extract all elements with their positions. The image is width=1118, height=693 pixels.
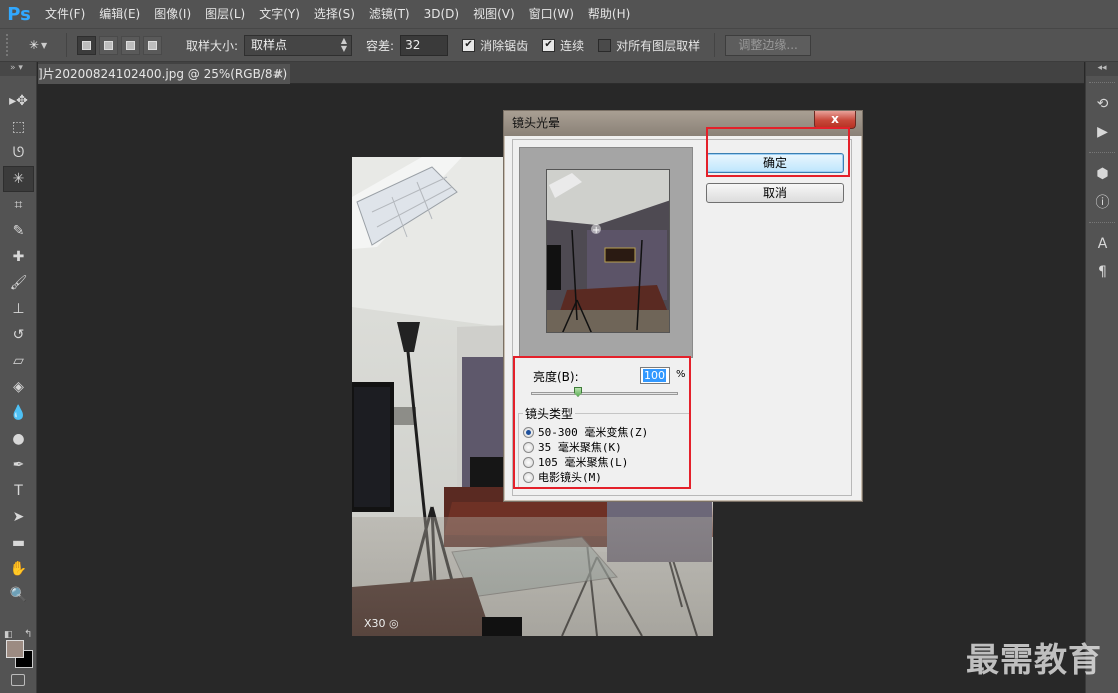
quick-mask-icon[interactable]	[11, 674, 25, 686]
dodge-tool-icon[interactable]: ●	[3, 426, 34, 452]
tolerance-label: 容差:	[366, 38, 395, 53]
sample-all-layers-checkbox[interactable]: 对所有图层取样	[598, 37, 700, 54]
paragraph-icon[interactable]: ¶	[1086, 258, 1118, 286]
antialias-checkbox[interactable]: ✔ 消除锯齿	[462, 37, 528, 54]
lasso-tool-icon[interactable]: ᘎ	[3, 140, 34, 166]
tools-panel: » ▾ ▸✥ ⬚ ᘎ ✳ ⌗ ✎ ✚ 🖌 ⊥ ↺ ▱ ◈ 💧 ● ✒ T ➤ ▬ ✋ 🔍 ◧ ↰	[0, 62, 37, 693]
divider	[66, 33, 67, 57]
marquee-tool-icon[interactable]: ⬚	[3, 114, 34, 140]
crop-tool-icon[interactable]: ⌗	[3, 192, 34, 218]
menu-help[interactable]: 帮助(H)	[581, 0, 637, 28]
tools-panel-header[interactable]: » ▾	[0, 62, 36, 76]
menu-view[interactable]: 视图(V)	[466, 0, 522, 28]
eraser-tool-icon[interactable]: ▱	[3, 348, 34, 374]
magic-wand-tool-icon[interactable]: ✳	[3, 166, 34, 192]
menu-bar: Ps 文件(F) 编辑(E) 图像(I) 图层(L) 文字(Y) 选择(S) 滤…	[0, 0, 1118, 28]
antialias-label: 消除锯齿	[480, 38, 529, 53]
healing-brush-tool-icon[interactable]: ✚	[3, 244, 34, 270]
contiguous-label: 连续	[560, 38, 585, 53]
checkmark-icon: ✔	[462, 38, 476, 52]
divider	[1089, 152, 1115, 154]
eyedropper-tool-icon[interactable]: ✎	[3, 218, 34, 244]
type-tool-icon[interactable]: T	[3, 478, 34, 504]
checkmark-icon: ✔	[542, 38, 556, 52]
selection-mode-group	[77, 35, 162, 55]
right-dock: ◂◂ ⟲ ▶ ⬢ ⓘ A ¶	[1085, 62, 1118, 693]
contiguous-checkbox[interactable]: ✔ 连续	[542, 37, 584, 54]
move-tool-icon[interactable]: ▸✥	[3, 88, 34, 114]
hand-tool-icon[interactable]: ✋	[3, 556, 34, 582]
add-to-selection-button[interactable]	[99, 35, 118, 55]
3d-icon[interactable]: ⬢	[1086, 160, 1118, 188]
path-selection-tool-icon[interactable]: ➤	[3, 504, 34, 530]
new-selection-button[interactable]	[77, 35, 96, 55]
divider	[714, 33, 716, 57]
default-colors-icon[interactable]: ◧	[4, 630, 13, 640]
refine-edge-button[interactable]: 调整边缘...	[725, 34, 812, 56]
camera-badge: X30 ◎	[364, 617, 399, 630]
color-swatches: ◧ ↰	[4, 629, 34, 670]
menu-type[interactable]: 文字(Y)	[252, 0, 307, 28]
history-icon[interactable]: ⟲	[1086, 90, 1118, 118]
options-bar-grip[interactable]	[6, 34, 12, 56]
photoshop-logo: Ps	[7, 3, 31, 25]
sample-size-value: 取样点	[251, 37, 288, 52]
tool-preset-picker[interactable]: ✳ ▼	[22, 34, 54, 56]
intersect-selection-button[interactable]	[143, 35, 162, 55]
cancel-button[interactable]: 取消	[706, 183, 844, 203]
zoom-tool-icon[interactable]: 🔍	[3, 582, 34, 608]
menu-edit[interactable]: 编辑(E)	[92, 0, 147, 28]
dock-collapse-icon[interactable]: ◂◂	[1086, 62, 1118, 76]
menu-3d[interactable]: 3D(D)	[417, 0, 466, 28]
info-icon[interactable]: ⓘ	[1086, 188, 1118, 216]
tool-list: ▸✥ ⬚ ᘎ ✳ ⌗ ✎ ✚ 🖌 ⊥ ↺ ▱ ◈ 💧 ● ✒ T ➤ ▬ ✋ 🔍	[0, 88, 36, 608]
actions-play-icon[interactable]: ▶	[1086, 118, 1118, 146]
menu-select[interactable]: 选择(S)	[307, 0, 362, 28]
menu-image[interactable]: 图像(I)	[147, 0, 198, 28]
preview-image: +	[547, 170, 669, 332]
tolerance-input[interactable]: 32	[400, 34, 449, 56]
magic-wand-icon: ✳	[28, 38, 39, 52]
subtract-from-selection-button[interactable]	[121, 35, 140, 55]
menu-layer[interactable]: 图层(L)	[198, 0, 252, 28]
empty-checkbox-icon	[598, 38, 612, 52]
menu-filter[interactable]: 滤镜(T)	[362, 0, 417, 28]
close-tab-icon[interactable]: ×	[274, 64, 284, 84]
menu-window[interactable]: 窗口(W)	[522, 0, 581, 28]
menu-file[interactable]: 文件(F)	[38, 0, 92, 28]
document-tab[interactable]: ]片20200824102400.jpg @ 25%(RGB/8#) * ×	[38, 64, 290, 84]
pen-tool-icon[interactable]: ✒	[3, 452, 34, 478]
options-bar: ✳ ▼ 取样大小: 取样点 ▲ ▼ 容差: 32 ✔ 消除锯齿 ✔ 连续 对所有图层…	[0, 28, 1118, 62]
brush-tool-icon[interactable]: 🖌	[3, 270, 34, 296]
watermark: 最需教育	[966, 640, 1102, 679]
blur-tool-icon[interactable]: 💧	[3, 400, 34, 426]
document-tab-title: ]片20200824102400.jpg @ 25%(RGB/8#) *	[38, 67, 290, 81]
chevron-down-icon: ▼	[40, 40, 48, 50]
clone-stamp-tool-icon[interactable]: ⊥	[3, 296, 34, 322]
paint-bucket-tool-icon[interactable]: ◈	[3, 374, 34, 400]
sample-size-select[interactable]: 取样点 ▲ ▼	[244, 34, 353, 56]
updown-arrows-icon: ▲ ▼	[340, 35, 348, 53]
dialog-title: 镜头光晕	[512, 116, 561, 130]
highlight-box-ok	[706, 127, 850, 177]
preview-area: +	[519, 147, 693, 358]
divider	[1089, 82, 1115, 84]
flare-center-marker: +	[592, 225, 600, 236]
foreground-color-swatch[interactable]	[6, 640, 24, 658]
rectangle-tool-icon[interactable]: ▬	[3, 530, 34, 556]
divider	[1089, 222, 1115, 224]
flare-preview[interactable]: +	[546, 169, 670, 333]
character-icon[interactable]: A	[1086, 230, 1118, 258]
sample-size-label: 取样大小:	[186, 38, 239, 53]
swap-colors-icon[interactable]: ↰	[24, 629, 32, 640]
document-tab-strip: ]片20200824102400.jpg @ 25%(RGB/8#) * ×	[38, 62, 1084, 84]
highlight-box-settings	[513, 356, 691, 489]
history-brush-tool-icon[interactable]: ↺	[3, 322, 34, 348]
sample-all-layers-label: 对所有图层取样	[616, 38, 701, 53]
